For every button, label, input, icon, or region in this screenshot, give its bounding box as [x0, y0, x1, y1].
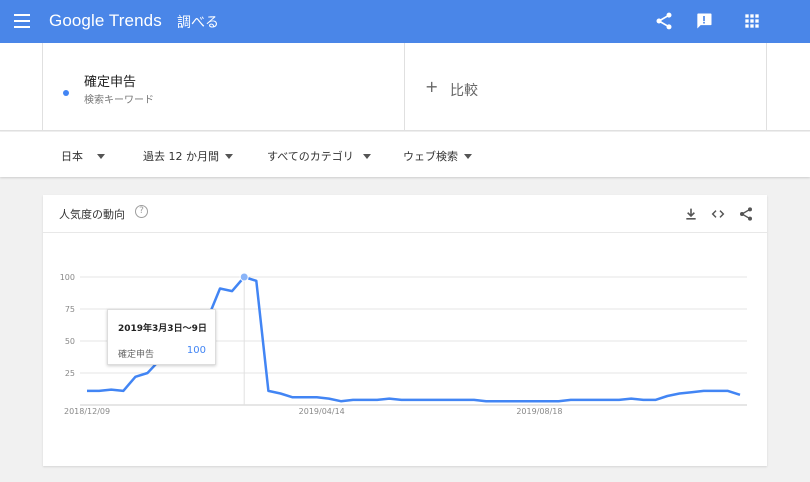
- data-point[interactable]: [568, 397, 574, 403]
- data-point[interactable]: [84, 388, 90, 394]
- data-point[interactable]: [616, 397, 622, 403]
- data-point[interactable]: [338, 398, 344, 404]
- data-point[interactable]: [604, 397, 610, 403]
- data-point[interactable]: [398, 397, 404, 403]
- x-tick-label: 2019/04/14: [299, 407, 345, 416]
- data-point[interactable]: [362, 397, 368, 403]
- data-point[interactable]: [314, 394, 320, 400]
- data-point[interactable]: [628, 396, 634, 402]
- tooltip-value: 100: [186, 345, 206, 356]
- data-point[interactable]: [132, 374, 138, 380]
- data-point[interactable]: [423, 397, 429, 403]
- data-point[interactable]: [108, 387, 114, 393]
- tooltip-term: 確定申告: [118, 350, 155, 360]
- data-point[interactable]: [411, 397, 417, 403]
- data-point[interactable]: [145, 370, 151, 376]
- data-point[interactable]: [265, 388, 271, 394]
- data-point[interactable]: [701, 388, 707, 394]
- data-point[interactable]: [217, 286, 223, 292]
- data-point[interactable]: [664, 393, 670, 399]
- data-point[interactable]: [302, 394, 308, 400]
- data-point[interactable]: [592, 397, 598, 403]
- data-point[interactable]: [253, 278, 259, 284]
- data-point[interactable]: [689, 389, 695, 395]
- highlighted-data-point[interactable]: [239, 272, 249, 282]
- data-point[interactable]: [652, 397, 658, 403]
- x-tick-label: 2019/08/18: [516, 407, 562, 416]
- data-point[interactable]: [447, 397, 453, 403]
- data-point[interactable]: [580, 397, 586, 403]
- y-tick-label: 75: [65, 305, 75, 314]
- data-point[interactable]: [531, 398, 537, 404]
- y-tick-label: 50: [65, 337, 75, 346]
- chart-tooltip: 2019年3月3日〜9日 確定申告 100: [107, 309, 216, 365]
- data-point[interactable]: [640, 397, 646, 403]
- data-point[interactable]: [677, 391, 683, 397]
- data-point[interactable]: [435, 397, 441, 403]
- data-point[interactable]: [737, 392, 743, 398]
- data-point[interactable]: [229, 288, 235, 294]
- data-point[interactable]: [374, 397, 380, 403]
- data-point[interactable]: [386, 396, 392, 402]
- x-tick-label: 2018/12/09: [64, 407, 110, 416]
- data-point[interactable]: [495, 398, 501, 404]
- data-point[interactable]: [519, 398, 525, 404]
- data-point[interactable]: [96, 388, 102, 394]
- data-point[interactable]: [459, 397, 465, 403]
- tooltip-date: 2019年3月3日〜9日: [118, 324, 207, 334]
- data-point[interactable]: [556, 398, 562, 404]
- interest-line-chart[interactable]: 25 50 75 100 2018/12/09 2019/04/14 2019/08/18: [0, 0, 810, 482]
- y-tick-label: 100: [60, 273, 75, 282]
- data-point[interactable]: [120, 388, 126, 394]
- data-point[interactable]: [326, 396, 332, 402]
- data-point[interactable]: [725, 388, 731, 394]
- data-point[interactable]: [507, 398, 513, 404]
- y-tick-label: 25: [65, 369, 75, 378]
- data-point[interactable]: [471, 397, 477, 403]
- data-point[interactable]: [483, 398, 489, 404]
- data-point[interactable]: [544, 398, 550, 404]
- data-point[interactable]: [713, 388, 719, 394]
- data-point[interactable]: [290, 394, 296, 400]
- data-point[interactable]: [350, 397, 356, 403]
- data-point[interactable]: [278, 391, 284, 397]
